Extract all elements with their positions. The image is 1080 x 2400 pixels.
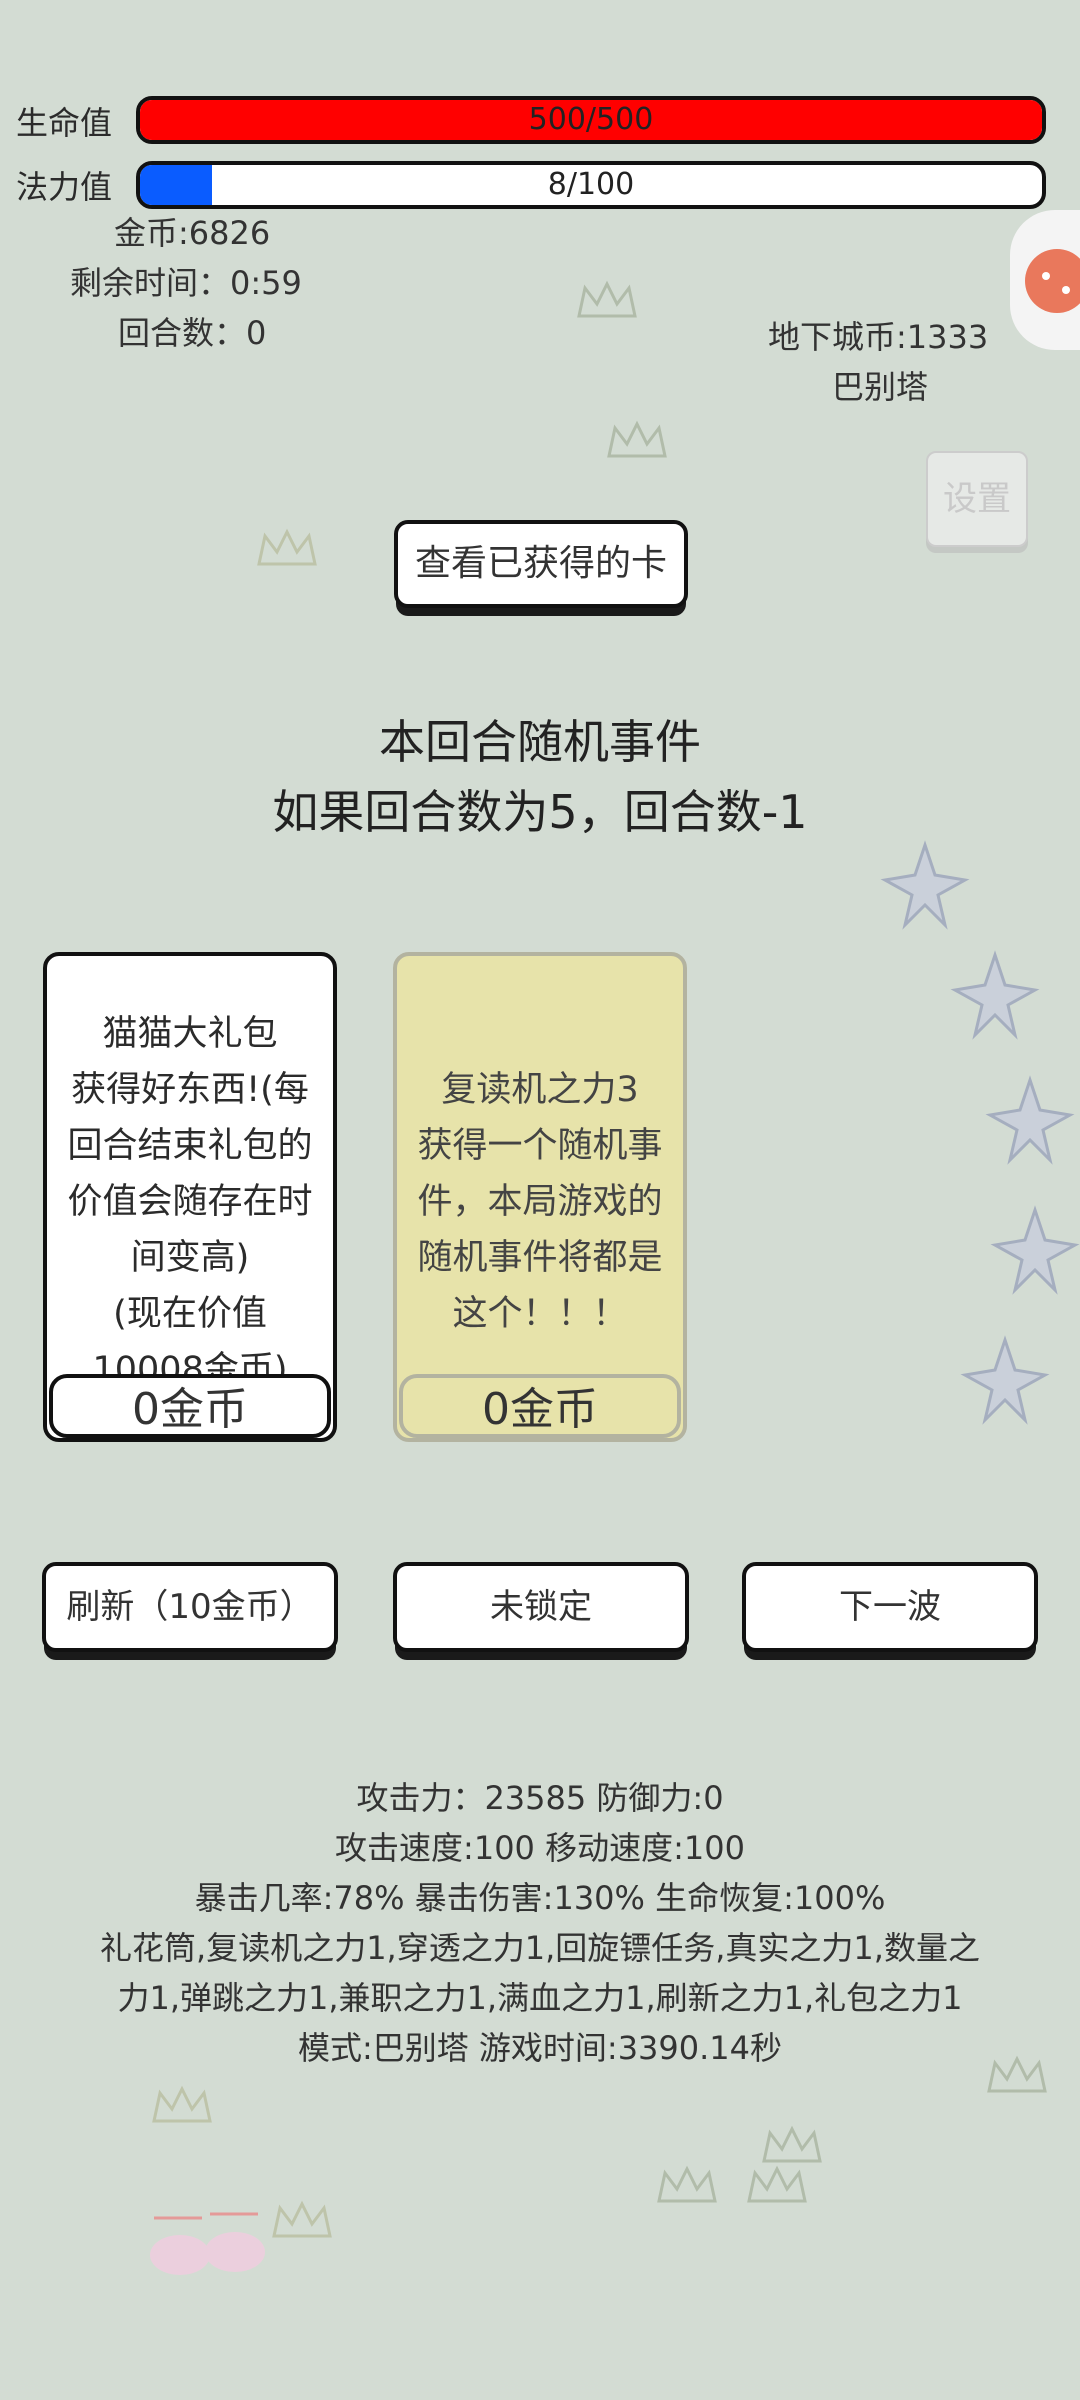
refresh-label: 刷新（10金币） [66,1587,314,1627]
round-counter: 回合数：0 [118,314,267,352]
next-wave-button[interactable]: 下一波 [742,1562,1038,1652]
event-text: 如果回合数为5，回合数-1 [272,785,808,839]
crown-decoration-icon [150,2085,214,2129]
stats-attack-defense: 攻击力：23585 防御力:0 [356,1779,724,1817]
time-remaining: 剩余时间：0:59 [70,264,302,302]
refresh-button[interactable]: 刷新（10金币） [42,1562,338,1652]
mp-bar: 8/100 [136,161,1046,209]
mp-value: 8/100 [547,167,635,202]
hp-label: 生命值 [16,104,113,142]
stats-abilities-2: 力1,弹跳之力1,兼职之力1,满血之力1,刷新之力1,礼包之力1 [117,1979,963,2017]
card-price: 0金币 [399,1374,681,1438]
dungeon-coins: 地下城币:1333 [768,318,989,356]
card-description: 猫猫大礼包 获得好东西!(每 回合结束礼包的 价值会随存在时 间变高) (现在价… [67,1014,313,1390]
hp-value: 500/500 [528,102,654,137]
star-decoration-icon [990,1205,1080,1299]
stats-mode-time: 模式:巴别塔 游戏时间:3390.14秒 [297,2029,783,2067]
crown-decoration-icon [255,528,319,572]
bunny-decoration-icon [140,2210,280,2284]
hp-bar: 500/500 [136,96,1046,144]
view-obtained-cards-label: 查看已获得的卡 [414,543,667,584]
crown-decoration-icon [605,420,669,464]
next-wave-label: 下一波 [839,1587,941,1627]
event-title: 本回合随机事件 [379,715,701,769]
stats-speed: 攻击速度:100 移动速度:100 [335,1829,745,1867]
card-description: 复读机之力3 获得一个随机事 件，本局游戏的 随机事件将都是 这个！！！ [417,1070,663,1334]
star-decoration-icon [960,1335,1050,1429]
crown-decoration-icon [745,2165,809,2209]
star-decoration-icon [950,950,1040,1044]
crown-decoration-icon [760,2125,824,2169]
lock-label: 未锁定 [490,1587,592,1627]
shop-card[interactable]: 猫猫大礼包 获得好东西!(每 回合结束礼包的 价值会随存在时 间变高) (现在价… [43,952,337,1442]
settings-label: 设置 [943,479,1011,519]
lock-button[interactable]: 未锁定 [393,1562,689,1652]
view-obtained-cards-button[interactable]: 查看已获得的卡 [394,520,688,608]
stats-crit: 暴击几率:78% 暴击伤害:130% 生命恢复:100% [194,1879,886,1917]
character-face-icon [1025,249,1080,313]
crown-decoration-icon [575,280,639,324]
crown-decoration-icon [655,2165,719,2209]
side-character-button[interactable] [1010,210,1080,350]
gold-counter: 金币:6826 [114,214,271,252]
stats-abilities-1: 礼花筒,复读机之力1,穿透之力1,回旋镖任务,真实之力1,数量之 [100,1929,980,1967]
settings-button[interactable]: 设置 [926,451,1028,547]
card-price: 0金币 [49,1374,331,1438]
mp-label: 法力值 [16,168,113,206]
star-decoration-icon [985,1075,1075,1169]
player-stats: 攻击力：23585 防御力:0 攻击速度:100 移动速度:100 暴击几率:7… [0,1773,1080,2073]
star-decoration-icon [880,840,970,934]
location-name: 巴别塔 [832,368,929,406]
shop-card[interactable]: 复读机之力3 获得一个随机事 件，本局游戏的 随机事件将都是 这个！！！ 0金币 [393,952,687,1442]
